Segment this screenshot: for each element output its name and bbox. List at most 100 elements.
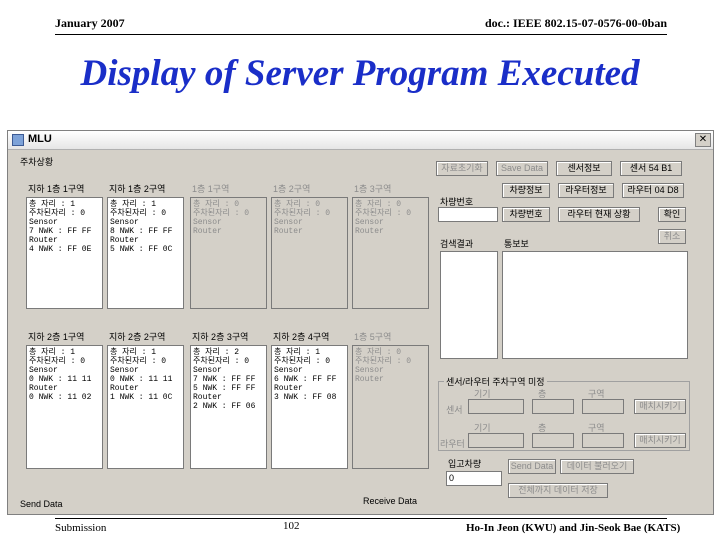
panel-line: 1 NWK : 11 0C: [110, 393, 173, 402]
router-status-button[interactable]: 라우터 현재 상황: [558, 207, 640, 222]
bottom-panel-title: 지하 2층 1구역: [28, 332, 85, 342]
window-title: MLU: [28, 133, 52, 145]
panel-line: 총 자리 : 2: [193, 348, 240, 357]
panel-line: 4 NWK : FF 0E: [29, 245, 92, 254]
router-info-button[interactable]: 라우터정보: [558, 183, 614, 198]
bottom-panel-title: 1층 5구역: [354, 332, 392, 342]
zone-panel-b1-2: 총 자리 : 1 주차된자리 : 0 Sensor 8 NWK : FF FF …: [107, 197, 184, 309]
sensor-floor-field[interactable]: [532, 399, 574, 414]
panel-line: 주차된자리 : 0: [355, 357, 412, 366]
panel-line: Sensor: [274, 366, 303, 375]
cancel-button[interactable]: 취소: [658, 229, 686, 244]
footer-divider: [55, 518, 667, 519]
window-titlebar[interactable]: MLU ✕: [8, 131, 713, 150]
panel-line: 2 NWK : FF 06: [193, 402, 256, 411]
panel-line: Sensor: [110, 218, 139, 227]
panel-line: 3 NWK : FF 08: [274, 393, 337, 402]
panel-line: 7 NWK : FF FF: [29, 227, 92, 236]
mlu-window: MLU ✕ 주차상황 지하 1층 1구역 총 자리 : 1 주차된자리 : 0 …: [7, 130, 714, 515]
router-row-label: 라우터: [440, 439, 465, 449]
save-all-data-button[interactable]: 전체까지 데이터 저장: [508, 483, 608, 498]
panel-line: Sensor: [29, 366, 58, 375]
send-data-label: Send Data: [20, 499, 63, 509]
footer-submission: Submission: [55, 522, 107, 534]
panel-line: Router: [274, 227, 303, 236]
router-floor-field[interactable]: [532, 433, 574, 448]
router-match-button[interactable]: 매치시키기: [634, 433, 686, 448]
sensor-match-button[interactable]: 매치시키기: [634, 399, 686, 414]
sensor-zone-field[interactable]: [582, 399, 624, 414]
top-panel-title: 지하 1층 1구역: [28, 184, 85, 194]
zone-panel-b1-1: 총 자리 : 1 주차된자리 : 0 Sensor 7 NWK : FF FF …: [26, 197, 103, 309]
router-04d8-button[interactable]: 라우터 04 D8: [622, 183, 684, 198]
sensor-54b1-button[interactable]: 센서 54 B1: [620, 161, 682, 176]
panel-line: Sensor: [29, 218, 58, 227]
zone-panel-b2-4: 총 자리 : 1 주차된자리 : 0 Sensor 6 NWK : FF FF …: [271, 345, 348, 469]
panel-line: Router: [110, 384, 139, 393]
car-number-button[interactable]: 차량번호: [502, 207, 550, 222]
zone-panel-1f-3: 총 자리 : 0 주차된자리 : 0 Sensor Router: [352, 197, 429, 309]
panel-line: Router: [110, 236, 139, 245]
search-result-box[interactable]: [440, 251, 498, 359]
panel-line: 0 NWK : 11 02: [29, 393, 92, 402]
receive-data-label: Receive Data: [363, 496, 418, 506]
panel-line: Sensor: [193, 366, 222, 375]
panel-line: Sensor: [193, 218, 222, 227]
panel-line: 6 NWK : FF FF: [274, 375, 337, 384]
top-panel-title: 1층 3구역: [354, 184, 392, 194]
top-panel-title: 1층 1구역: [192, 184, 230, 194]
zone-panel-1f-2: 총 자리 : 0 주차된자리 : 0 Sensor Router: [271, 197, 348, 309]
incoming-vehicle-input[interactable]: 0: [446, 471, 502, 486]
top-panel-title: 1층 2구역: [273, 184, 311, 194]
notice-box[interactable]: [502, 251, 688, 359]
router-device-field[interactable]: [468, 433, 524, 448]
notice-label: 통보보: [504, 239, 529, 249]
load-data-button[interactable]: 데이터 불러오기: [560, 459, 634, 474]
incoming-vehicle-label: 입고차량: [448, 459, 482, 469]
panel-line: 총 자리 : 0: [355, 200, 402, 209]
top-panel-title: 지하 1층 2구역: [109, 184, 166, 194]
panel-line: Router: [355, 375, 384, 384]
app-icon: [12, 134, 24, 146]
init-data-button[interactable]: 자료초기화: [436, 161, 488, 176]
vehicle-info-button[interactable]: 차량정보: [502, 183, 550, 198]
panel-line: 주차된자리 : 0: [29, 209, 86, 218]
panel-line: Router: [193, 227, 222, 236]
panel-line: Router: [274, 384, 303, 393]
sensor-router-group-label: 센서/라우터 주차구역 미정: [444, 375, 547, 388]
panel-line: 총 자리 : 1: [29, 200, 76, 209]
panel-line: 총 자리 : 0: [274, 200, 321, 209]
panel-line: 주차된자리 : 0: [355, 209, 412, 218]
zone-panel-b2-2: 총 자리 : 1 주차된자리 : 0 Sensor 0 NWK : 11 11 …: [107, 345, 184, 469]
panel-line: 5 NWK : FF 0C: [110, 245, 173, 254]
zone-panel-1f-1: 총 자리 : 0 주차된자리 : 0 Sensor Router: [190, 197, 267, 309]
sensor-device-field[interactable]: [468, 399, 524, 414]
confirm-button[interactable]: 확인: [658, 207, 686, 222]
bottom-panel-title: 지하 2층 3구역: [192, 332, 249, 342]
slide-title: Display of Server Program Executed: [80, 53, 640, 94]
panel-line: Router: [29, 236, 58, 245]
footer-authors: Ho-In Jeon (KWU) and Jin-Seok Bae (KATS): [466, 522, 681, 534]
panel-line: Sensor: [274, 218, 303, 227]
panel-line: Sensor: [355, 218, 384, 227]
panel-line: 주차된자리 : 0: [110, 357, 167, 366]
panel-line: 7 NWK : FF FF: [193, 375, 256, 384]
close-button[interactable]: ✕: [695, 133, 711, 147]
panel-line: Sensor: [355, 366, 384, 375]
send-data-button[interactable]: Send Data: [508, 459, 556, 474]
zone-panel-b2-1: 총 자리 : 1 주차된자리 : 0 Sensor 0 NWK : 11 11 …: [26, 345, 103, 469]
save-data-button[interactable]: Save Data: [496, 161, 548, 176]
car-number-input[interactable]: [438, 207, 498, 222]
panel-line: 5 NWK : FF FF: [193, 384, 256, 393]
search-result-label: 검색결과: [440, 239, 474, 249]
sensor-info-button[interactable]: 센서정보: [556, 161, 612, 176]
page-number: 102: [283, 520, 300, 532]
panel-line: 주차된자리 : 0: [274, 357, 331, 366]
panel-line: 주차된자리 : 0: [193, 209, 250, 218]
router-zone-field[interactable]: [582, 433, 624, 448]
sensor-row-label: 센서: [446, 405, 463, 415]
bottom-panel-title: 지하 2층 2구역: [109, 332, 166, 342]
slide-doc-id: doc.: IEEE 802.15-07-0576-00-0ban: [484, 16, 667, 30]
panel-line: 0 NWK : 11 11: [29, 375, 92, 384]
bottom-panel-title: 지하 2층 4구역: [273, 332, 330, 342]
